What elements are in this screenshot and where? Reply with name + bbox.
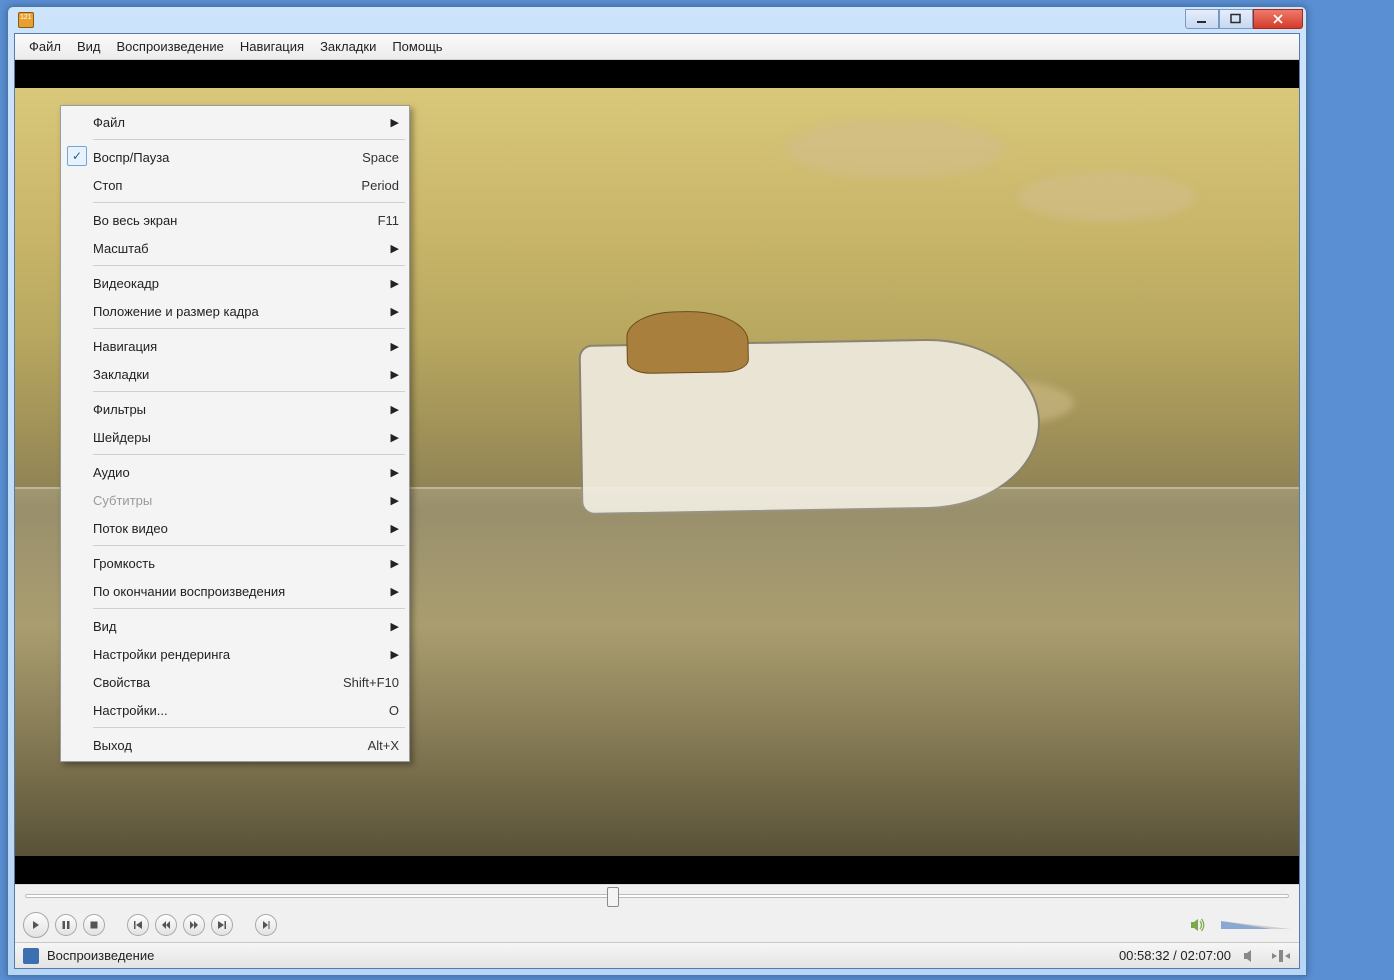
- playback-controls: [15, 908, 1299, 942]
- letterbox-top: [15, 60, 1299, 88]
- step-back-button[interactable]: [155, 914, 177, 936]
- statusbar: Воспроизведение 00:58:32 / 02:07:00: [15, 942, 1299, 968]
- maximize-button[interactable]: [1219, 9, 1253, 29]
- context-menu-item[interactable]: Стоп Period: [63, 171, 407, 199]
- monitor-icon[interactable]: [1271, 947, 1291, 965]
- step-forward-button[interactable]: [183, 914, 205, 936]
- submenu-arrow-icon: ▶: [391, 277, 399, 290]
- status-icon: [23, 948, 39, 964]
- menu-item-label: Положение и размер кадра: [93, 304, 381, 319]
- menu-item-shortcut: O: [389, 703, 399, 718]
- context-menu-item[interactable]: Громкость ▶: [63, 549, 407, 577]
- submenu-arrow-icon: ▶: [391, 340, 399, 353]
- context-menu[interactable]: Файл ▶ ✓ Воспр/Пауза Space Стоп Period Во весь …: [60, 105, 410, 762]
- context-menu-item[interactable]: По окончании воспроизведения ▶: [63, 577, 407, 605]
- submenu-arrow-icon: ▶: [391, 585, 399, 598]
- menu-item-label: Вид: [93, 619, 381, 634]
- play-button[interactable]: [23, 912, 49, 938]
- seek-track[interactable]: [25, 894, 1289, 898]
- menu-item-label: По окончании воспроизведения: [93, 584, 381, 599]
- menu-item-label: Видеокадр: [93, 276, 381, 291]
- submenu-arrow-icon: ▶: [391, 466, 399, 479]
- check-icon: ✓: [67, 146, 87, 166]
- menu-item-label: Во весь экран: [93, 213, 362, 228]
- menu-item-shortcut: Shift+F10: [343, 675, 399, 690]
- menu-item-label: Шейдеры: [93, 430, 381, 445]
- menu-item-label: Закладки: [93, 367, 381, 382]
- context-menu-item[interactable]: Масштаб ▶: [63, 234, 407, 262]
- menu-file[interactable]: Файл: [21, 35, 69, 58]
- minimize-button[interactable]: [1185, 9, 1219, 29]
- time-display[interactable]: 00:58:32 / 02:07:00: [1119, 948, 1231, 963]
- menu-help[interactable]: Помощь: [384, 35, 450, 58]
- context-menu-item[interactable]: Положение и размер кадра ▶: [63, 297, 407, 325]
- context-menu-item[interactable]: Настройки рендеринга ▶: [63, 640, 407, 668]
- skip-back-button[interactable]: [127, 914, 149, 936]
- submenu-arrow-icon: ▶: [391, 305, 399, 318]
- frame-step-button[interactable]: [255, 914, 277, 936]
- submenu-arrow-icon: ▶: [391, 557, 399, 570]
- seek-bar[interactable]: [15, 884, 1299, 908]
- menu-navigation[interactable]: Навигация: [232, 35, 312, 58]
- menu-item-label: Файл: [93, 115, 381, 130]
- context-menu-item[interactable]: Фильтры ▶: [63, 395, 407, 423]
- context-menu-item[interactable]: Выход Alt+X: [63, 731, 407, 759]
- menu-item-shortcut: Alt+X: [368, 738, 399, 753]
- menu-item-label: Поток видео: [93, 521, 381, 536]
- menu-item-label: Настройки рендеринга: [93, 647, 381, 662]
- titlebar[interactable]: [8, 7, 1306, 33]
- menu-item-shortcut: Period: [361, 178, 399, 193]
- menu-item-label: Субтитры: [93, 493, 381, 508]
- menu-item-label: Свойства: [93, 675, 327, 690]
- context-menu-item[interactable]: Во весь экран F11: [63, 206, 407, 234]
- context-menu-item[interactable]: Настройки... O: [63, 696, 407, 724]
- context-menu-item[interactable]: Шейдеры ▶: [63, 423, 407, 451]
- menu-item-label: Масштаб: [93, 241, 381, 256]
- menu-item-shortcut: Space: [362, 150, 399, 165]
- seek-thumb[interactable]: [607, 887, 619, 907]
- context-menu-item[interactable]: ✓ Воспр/Пауза Space: [63, 143, 407, 171]
- submenu-arrow-icon: ▶: [391, 648, 399, 661]
- close-button[interactable]: [1253, 9, 1303, 29]
- pause-button[interactable]: [55, 914, 77, 936]
- menu-playback[interactable]: Воспроизведение: [109, 35, 232, 58]
- menu-item-label: Воспр/Пауза: [93, 150, 346, 165]
- menu-item-shortcut: F11: [378, 213, 399, 228]
- submenu-arrow-icon: ▶: [391, 242, 399, 255]
- app-icon: [18, 12, 34, 28]
- volume-slider[interactable]: [1221, 921, 1291, 929]
- submenu-arrow-icon: ▶: [391, 620, 399, 633]
- submenu-arrow-icon: ▶: [391, 403, 399, 416]
- context-menu-item[interactable]: Навигация ▶: [63, 332, 407, 360]
- submenu-arrow-icon: ▶: [391, 522, 399, 535]
- menu-item-label: Фильтры: [93, 402, 381, 417]
- skip-forward-button[interactable]: [211, 914, 233, 936]
- context-menu-item[interactable]: Закладки ▶: [63, 360, 407, 388]
- context-menu-item[interactable]: Видеокадр ▶: [63, 269, 407, 297]
- context-menu-item[interactable]: Файл ▶: [63, 108, 407, 136]
- context-menu-item[interactable]: Вид ▶: [63, 612, 407, 640]
- letterbox-bottom: [15, 856, 1299, 884]
- menu-view[interactable]: Вид: [69, 35, 109, 58]
- playback-state: Воспроизведение: [47, 948, 154, 963]
- menu-item-label: Настройки...: [93, 703, 373, 718]
- menu-item-label: Навигация: [93, 339, 381, 354]
- menubar: Файл Вид Воспроизведение Навигация Закла…: [15, 34, 1299, 60]
- context-menu-item[interactable]: Аудио ▶: [63, 458, 407, 486]
- submenu-arrow-icon: ▶: [391, 368, 399, 381]
- volume-icon[interactable]: [1189, 916, 1207, 934]
- context-menu-item[interactable]: Поток видео ▶: [63, 514, 407, 542]
- submenu-arrow-icon: ▶: [391, 431, 399, 444]
- menu-item-label: Стоп: [93, 178, 345, 193]
- menu-item-label: Выход: [93, 738, 352, 753]
- context-menu-item: Субтитры ▶: [63, 486, 407, 514]
- menu-item-label: Громкость: [93, 556, 381, 571]
- mute-icon[interactable]: [1241, 947, 1261, 965]
- menu-item-label: Аудио: [93, 465, 381, 480]
- submenu-arrow-icon: ▶: [391, 116, 399, 129]
- context-menu-item[interactable]: Свойства Shift+F10: [63, 668, 407, 696]
- stop-button[interactable]: [83, 914, 105, 936]
- menu-bookmarks[interactable]: Закладки: [312, 35, 384, 58]
- submenu-arrow-icon: ▶: [391, 494, 399, 507]
